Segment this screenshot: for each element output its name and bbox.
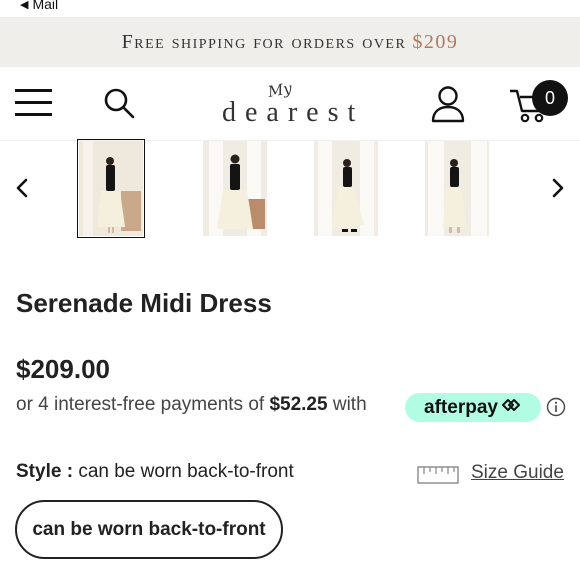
installment-info: or 4 interest-free payments of $52.25 wi… <box>16 394 367 416</box>
cart-count-badge: 0 <box>532 80 568 116</box>
size-guide-link[interactable]: Size Guide <box>471 462 564 484</box>
thumbnail-2[interactable] <box>203 141 267 236</box>
style-label: Style : <box>16 461 74 482</box>
promo-amount: $209 <box>412 30 459 53</box>
thumbnail-4[interactable] <box>425 141 489 236</box>
thumbnail-1[interactable] <box>77 139 145 238</box>
installment-suffix: with <box>332 394 367 415</box>
brand-logo[interactable]: My dearest <box>210 79 380 131</box>
thumbnail-carousel <box>0 139 580 241</box>
style-selection-line: Style : can be worn back-to-front <box>16 461 294 483</box>
info-icon[interactable] <box>546 397 566 417</box>
afterpay-badge[interactable]: afterpay <box>405 393 541 422</box>
thumbnail-3[interactable] <box>314 141 378 236</box>
back-to-mail-link[interactable]: ◀ Mail <box>20 0 58 12</box>
promo-banner[interactable]: Free shipping for orders over $209 <box>0 17 580 67</box>
account-icon[interactable] <box>430 85 466 123</box>
status-bar: ◀ Mail <box>0 0 580 16</box>
search-icon[interactable] <box>103 87 135 119</box>
hamburger-menu-icon[interactable] <box>15 89 52 117</box>
afterpay-label: afterpay <box>424 396 498 418</box>
promo-text: Free shipping for orders over <box>121 30 407 53</box>
ruler-icon[interactable] <box>417 464 459 486</box>
product-title: Serenade Midi Dress <box>16 288 272 318</box>
installment-amount: $52.25 <box>269 394 328 415</box>
back-label: Mail <box>32 0 59 12</box>
afterpay-arrows-icon <box>500 397 522 419</box>
chevron-left-icon[interactable] <box>12 175 32 201</box>
site-header: My dearest <box>0 67 580 141</box>
style-option-button[interactable]: can be worn back-to-front <box>15 500 283 559</box>
chevron-right-icon[interactable] <box>548 175 568 201</box>
installment-prefix: or 4 interest-free payments of <box>16 394 265 415</box>
product-price: $209.00 <box>16 354 110 384</box>
style-value: can be worn back-to-front <box>78 461 294 482</box>
logo-wordmark: dearest <box>222 97 365 128</box>
back-triangle-icon: ◀ <box>20 0 29 11</box>
